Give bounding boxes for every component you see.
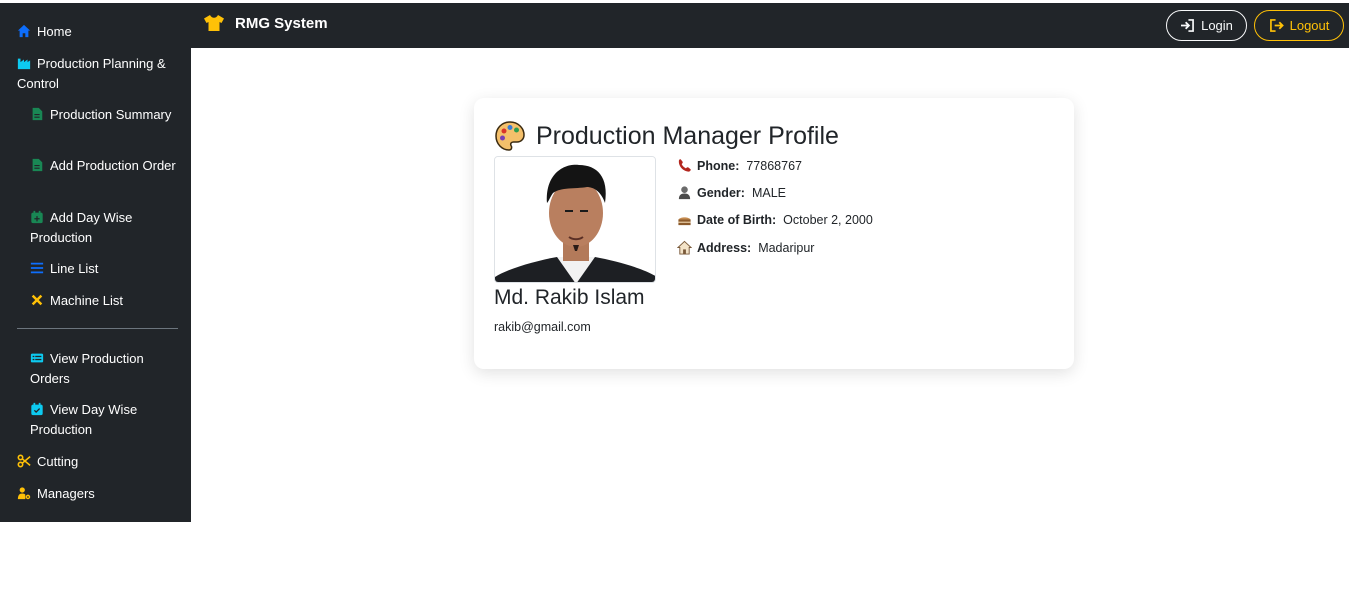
factory-icon: [17, 58, 31, 70]
sidebar-item-label: Add Day Wise Production: [30, 210, 133, 245]
document-icon: [32, 107, 43, 121]
sidebar-divider: [17, 328, 178, 329]
address-value: Madaripur: [758, 240, 815, 255]
sidebar-item-label: Add Production Order: [50, 158, 176, 173]
sidebar-item-label: Line List: [50, 261, 99, 276]
person-icon: [678, 186, 691, 200]
sidebar-item-label: Home: [37, 24, 72, 39]
card-list-icon: [30, 353, 44, 363]
sidebar-item-label: View Production Orders: [30, 351, 144, 386]
profile-photo: [494, 156, 656, 283]
sidebar-item-view-production-orders[interactable]: View Production Orders: [30, 349, 180, 389]
cake-icon: [678, 217, 691, 226]
sidebar-item-label: Cutting: [37, 454, 79, 469]
sidebar-item-line-list[interactable]: Line List: [30, 259, 180, 279]
logout-button[interactable]: Logout: [1254, 10, 1344, 41]
login-icon: [1181, 19, 1195, 32]
calendar-check-icon: [31, 402, 43, 416]
user-gear-icon: [17, 487, 31, 500]
dob-value: October 2, 2000: [783, 212, 873, 227]
brand[interactable]: RMG System: [203, 14, 328, 32]
login-button[interactable]: Login: [1166, 10, 1247, 41]
phone-label: Phone:: [697, 158, 740, 173]
home-icon: [17, 24, 31, 38]
profile-title-text: Production Manager Profile: [536, 121, 839, 150]
top-navbar: RMG System Login Logout: [191, 3, 1349, 48]
sidebar-item-production-summary[interactable]: Production Summary: [30, 105, 180, 125]
profile-photo-image: [495, 157, 655, 282]
dob-label: Date of Birth:: [697, 212, 777, 227]
sidebar-item-label: Production Planning & Control: [17, 56, 166, 91]
sidebar-item-home[interactable]: Home: [17, 22, 177, 42]
dob-row: Date of Birth: October 2, 2000: [677, 212, 873, 227]
tools-icon: [31, 294, 43, 306]
sidebar-item-label: Managers: [37, 486, 95, 501]
logout-icon: [1269, 19, 1284, 32]
house-icon: [677, 240, 692, 255]
tshirt-icon: [204, 15, 224, 31]
sidebar-item-label: Production Summary: [50, 107, 172, 122]
address-row: Address: Madaripur: [677, 240, 814, 255]
sidebar: Home Production Planning & Control Produ…: [0, 3, 191, 522]
list-icon: [30, 262, 44, 274]
document-icon: [32, 158, 43, 172]
sidebar-item-label: Machine List: [50, 293, 123, 308]
profile-card: Production Manager Profile Md. Rakib Isl…: [474, 98, 1074, 369]
gender-value: MALE: [751, 185, 786, 200]
sidebar-item-add-day-wise-production[interactable]: Add Day Wise Production: [30, 208, 180, 248]
login-label: Login: [1201, 18, 1233, 33]
logout-label: Logout: [1289, 18, 1330, 33]
sidebar-item-managers[interactable]: Managers: [17, 484, 177, 504]
sidebar-item-label: View Day Wise Production: [30, 402, 138, 437]
sidebar-item-add-production-order[interactable]: Add Production Order: [30, 156, 180, 176]
phone-icon: [678, 159, 691, 172]
calendar-plus-icon: [31, 210, 43, 224]
sidebar-item-cutting[interactable]: Cutting: [17, 452, 177, 472]
palette-icon: [495, 121, 525, 151]
profile-email: rakib@gmail.com: [494, 320, 591, 334]
address-label: Address:: [697, 240, 752, 255]
brand-name: RMG System: [235, 14, 328, 32]
gender-row: Gender: MALE: [677, 185, 786, 200]
scissors-icon: [17, 454, 31, 468]
phone-value: 77868767: [746, 158, 802, 173]
sidebar-item-view-day-wise-production[interactable]: View Day Wise Production: [30, 400, 180, 440]
profile-name: Md. Rakib Islam: [494, 286, 645, 309]
gender-label: Gender:: [697, 185, 745, 200]
phone-row: Phone: 77868767: [677, 158, 802, 173]
sidebar-item-machine-list[interactable]: Machine List: [30, 291, 180, 311]
sidebar-item-production-planning[interactable]: Production Planning & Control: [17, 54, 177, 94]
profile-title: Production Manager Profile: [494, 120, 839, 152]
